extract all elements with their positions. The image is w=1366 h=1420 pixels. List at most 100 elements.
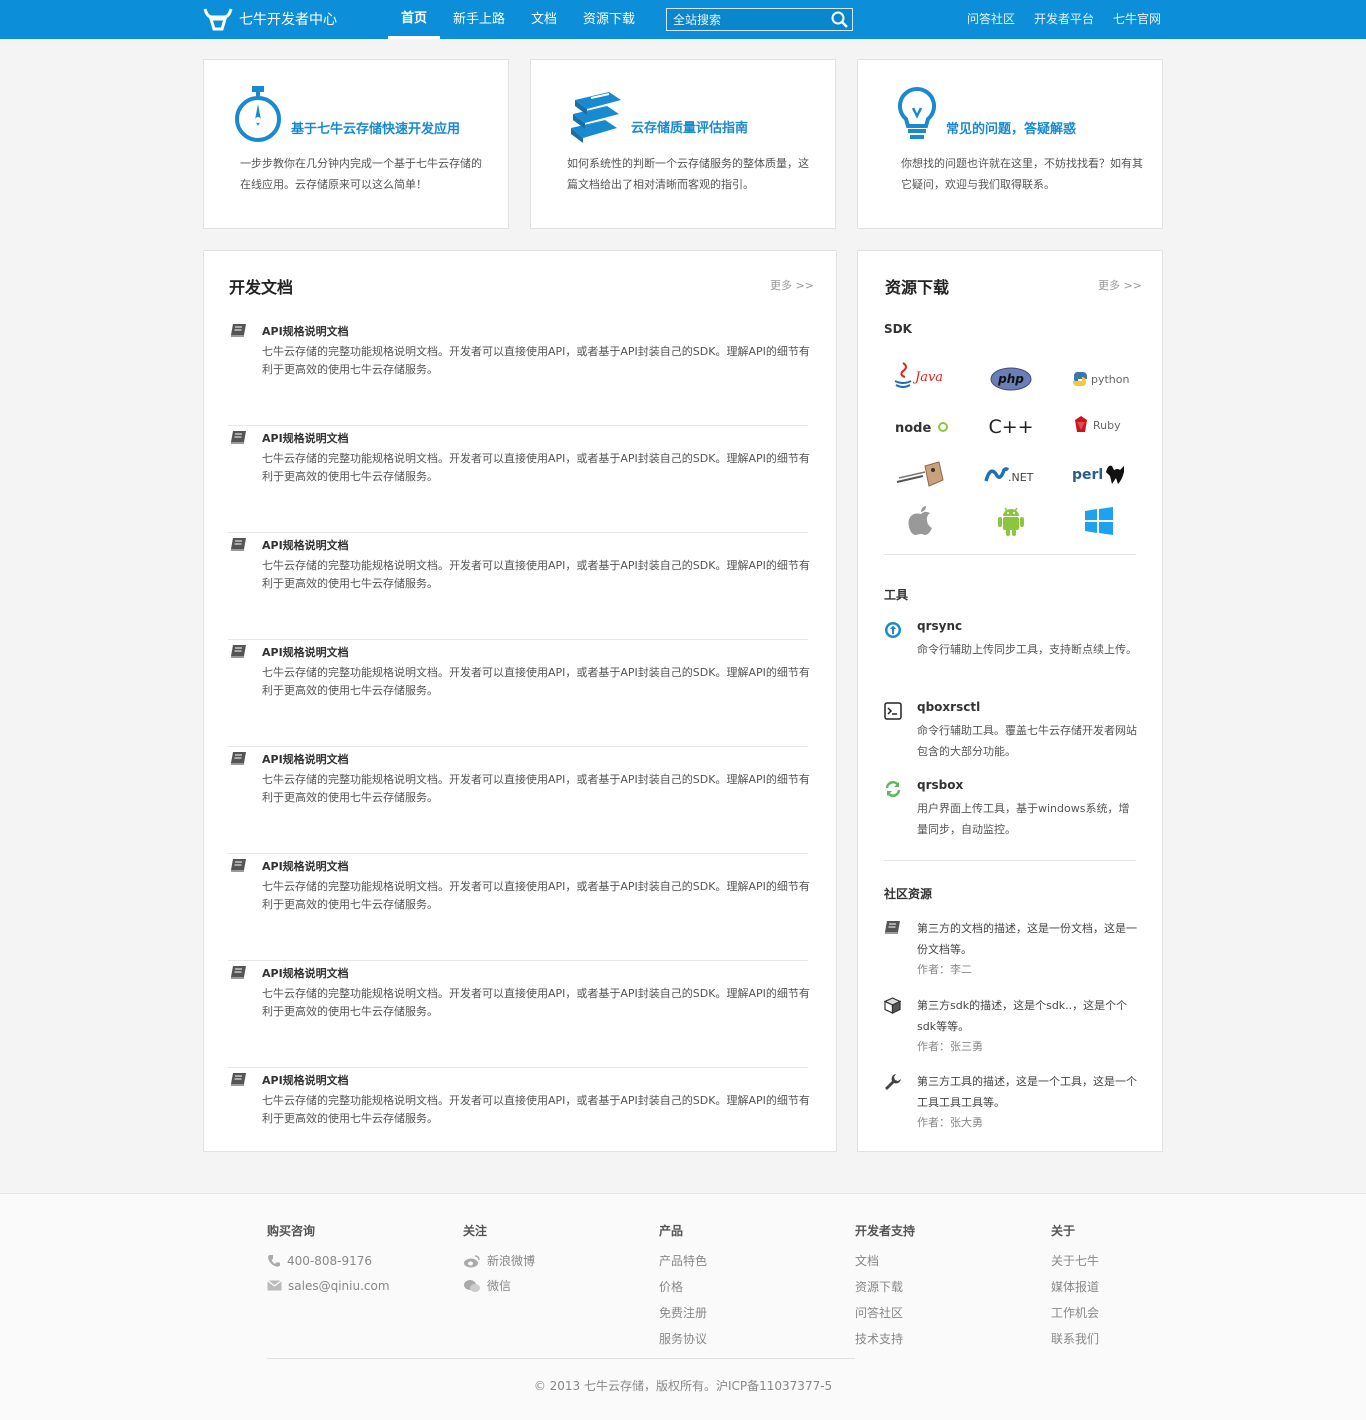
footer-link-downloads[interactable]: 资源下载 — [855, 1274, 915, 1300]
nav-home[interactable]: 首页 — [388, 0, 441, 39]
community-author: 作者：张三勇 — [917, 1040, 983, 1053]
wrench-icon — [885, 1074, 901, 1090]
doc-title[interactable]: API规格说明文档 — [262, 965, 349, 981]
tool-qrsync[interactable]: qrsync 命令行辅助上传同步工具，支持断点续上传。 — [884, 619, 1138, 679]
weibo-icon — [464, 1254, 480, 1267]
doc-title[interactable]: API规格说明文档 — [262, 644, 349, 660]
site-logo[interactable]: 七牛开发者中心 — [203, 6, 337, 32]
tool-qboxrsctl[interactable]: qboxrsctl 命令行辅助工具。覆盖七牛云存储开发者网站包含的大部分功能。 — [884, 700, 1138, 760]
doc-desc: 七牛云存储的完整功能规格说明文档。开发者可以直接使用API，或者基于API封装自… — [262, 880, 810, 911]
tool-name: qrsync — [917, 619, 963, 633]
doc-list-item[interactable]: API规格说明文档七牛云存储的完整功能规格说明文档。开发者可以直接使用API，或… — [228, 854, 810, 961]
sdk-java[interactable]: Java — [886, 356, 956, 396]
weibo-label: 新浪微博 — [487, 1253, 536, 1268]
community-doc-item[interactable]: 第三方的文档的描述，这是一份文档，这是一份文档等。 作者：李二 — [884, 918, 1138, 982]
doc-list-item[interactable]: API规格说明文档 七牛云存储的完整功能规格说明文档。开发者可以直接使用API，或… — [228, 319, 810, 426]
footer-link-pricing[interactable]: 价格 — [659, 1274, 707, 1300]
feature-card-quickstart[interactable]: 基于七牛云存储快速开发应用 一步步教你在几分钟内完成一个基于七牛云存储的在线应用… — [203, 59, 509, 229]
panel-title: 资源下载 — [885, 278, 950, 297]
perl-icon: perl — [1072, 465, 1124, 484]
sdk-perl[interactable]: perl — [1064, 453, 1134, 493]
tool-name: qboxrsctl — [917, 700, 981, 714]
sdk-node[interactable]: node — [886, 407, 956, 447]
footer-link-media[interactable]: 媒体报道 — [1051, 1274, 1099, 1300]
link-qiniu-official[interactable]: 七牛官网 — [1094, 0, 1161, 39]
doc-list-item[interactable]: API规格说明文档 七牛云存储的完整功能规格说明文档。开发者可以直接使用API，或… — [228, 747, 810, 854]
link-developer-platform[interactable]: 开发者平台 — [1015, 0, 1094, 39]
community-sdk-item[interactable]: 第三方sdk的描述，这是个sdk..，这是个个sdk等等。 作者：张三勇 — [884, 995, 1138, 1059]
footer-heading: 关于 — [1051, 1224, 1076, 1238]
tool-name: qrsbox — [917, 778, 964, 792]
footer-wechat-link[interactable]: 微信 — [463, 1273, 535, 1298]
doc-list-item[interactable]: API规格说明文档 七牛云存储的完整功能规格说明文档。开发者可以直接使用API，或… — [228, 426, 810, 533]
footer-heading: 购买咨询 — [267, 1224, 316, 1238]
book-icon — [230, 1072, 247, 1090]
sdk-python[interactable]: python — [1064, 359, 1134, 399]
footer-phone: 400-808-9176 — [267, 1248, 390, 1273]
sdk-scala[interactable] — [886, 453, 956, 493]
footer-link-docs[interactable]: 文档 — [855, 1248, 915, 1274]
search-icon[interactable] — [831, 11, 848, 28]
sdk-ios[interactable] — [886, 501, 956, 541]
doc-title[interactable]: API规格说明文档 — [262, 323, 349, 339]
footer-link-features[interactable]: 产品特色 — [659, 1248, 707, 1274]
nav-getting-started[interactable]: 新手上路 — [440, 0, 518, 39]
doc-title[interactable]: API规格说明文档 — [262, 751, 349, 767]
book-icon — [230, 430, 247, 448]
book-icon — [230, 858, 247, 876]
sdk-dotnet[interactable]: .NET — [976, 455, 1046, 495]
footer-email[interactable]: sales@qiniu.com — [267, 1273, 390, 1298]
footer-link-jobs[interactable]: 工作机会 — [1051, 1300, 1099, 1326]
windows-icon — [1085, 507, 1113, 535]
doc-list-item[interactable]: API规格说明文档 七牛云存储的完整功能规格说明文档。开发者可以直接使用API，或… — [228, 961, 810, 1068]
phone-icon — [268, 1254, 280, 1267]
doc-list-item[interactable]: API规格说明文档 七牛云存储的完整功能规格说明文档。开发者可以直接使用API，或… — [228, 640, 810, 747]
books-icon — [571, 92, 621, 143]
tool-qrsbox[interactable]: qrsbox 用户界面上传工具，基于windows系统，增量同步，自动监控。 — [884, 778, 1138, 838]
footer-link-about[interactable]: 关于七牛 — [1051, 1248, 1099, 1274]
feature-title: 云存储质量评估指南 — [631, 121, 749, 136]
nodejs-icon: node — [895, 421, 948, 436]
doc-title[interactable]: API规格说明文档 — [262, 430, 349, 446]
footer-link-tech-support[interactable]: 技术支持 — [855, 1326, 915, 1352]
footer-link-qa[interactable]: 问答社区 — [855, 1300, 915, 1326]
footer-col-buy: 购买咨询 400-808-9176 sales@qiniu.com — [267, 1222, 390, 1298]
header-right-links: 问答社区 开发者平台 七牛官网 — [948, 0, 1161, 39]
java-label: Java — [912, 370, 943, 385]
nav-downloads[interactable]: 资源下载 — [570, 0, 648, 39]
docs-more-link[interactable]: 更多 >> — [770, 277, 814, 293]
feature-title: 常见的问题，答疑解惑 — [946, 122, 1077, 137]
footer-weibo-link[interactable]: 新浪微博 — [463, 1248, 535, 1273]
footer-link-contact[interactable]: 联系我们 — [1051, 1326, 1099, 1352]
perl-label: perl — [1072, 467, 1103, 483]
divider — [884, 860, 1136, 861]
book-icon — [230, 537, 247, 555]
sdk-ruby[interactable]: Ruby — [1064, 405, 1134, 445]
resources-more-link[interactable]: 更多 >> — [1098, 277, 1142, 293]
footer-col-product: 产品 产品特色 价格 免费注册 服务协议 — [659, 1222, 707, 1352]
sdk-android[interactable] — [976, 501, 1046, 541]
sdk-windows[interactable] — [1064, 501, 1134, 541]
site-search — [666, 8, 853, 31]
doc-title[interactable]: API规格说明文档 — [262, 537, 349, 553]
qiniu-bull-icon — [203, 8, 233, 31]
footer-col-support: 开发者支持 文档 资源下载 问答社区 技术支持 — [855, 1222, 915, 1352]
feature-card-quality-guide[interactable]: 云存储质量评估指南 如何系统性的判断一个云存储服务的整体质量，这篇文档给出了相对… — [530, 59, 836, 229]
feature-card-faq[interactable]: 常见的问题，答疑解惑 你想找的问题也许就在这里，不妨找找看？如有其它疑问，欢迎与… — [857, 59, 1163, 229]
community-tool-item[interactable]: 第三方工具的描述，这是一个工具，这是一个工具工具工具等。 作者：张大勇 — [884, 1071, 1138, 1135]
sdk-cpp[interactable]: C++ — [976, 407, 1046, 447]
search-input[interactable] — [667, 9, 827, 30]
doc-list-item[interactable]: API规格说明文档 七牛云存储的完整功能规格说明文档。开发者可以直接使用API，或… — [228, 533, 810, 640]
nav-docs[interactable]: 文档 — [518, 0, 570, 39]
doc-title[interactable]: API规格说明文档 — [262, 858, 349, 874]
sdk-php[interactable]: php — [976, 359, 1046, 399]
link-qa-community[interactable]: 问答社区 — [948, 0, 1015, 39]
java-icon: Java — [894, 362, 943, 388]
footer-col-follow: 关注 新浪微博 微信 — [463, 1222, 535, 1298]
footer-link-signup[interactable]: 免费注册 — [659, 1300, 707, 1326]
footer-link-terms[interactable]: 服务协议 — [659, 1326, 707, 1352]
doc-list-item[interactable]: API规格说明文档 七牛云存储的完整功能规格说明文档。开发者可以直接使用API，或… — [228, 1068, 810, 1175]
dotnet-label: .NET — [1008, 471, 1034, 484]
community-desc: 第三方的文档的描述，这是一份文档，这是一份文档等。 — [917, 922, 1137, 956]
doc-title[interactable]: API规格说明文档 — [262, 1072, 349, 1088]
